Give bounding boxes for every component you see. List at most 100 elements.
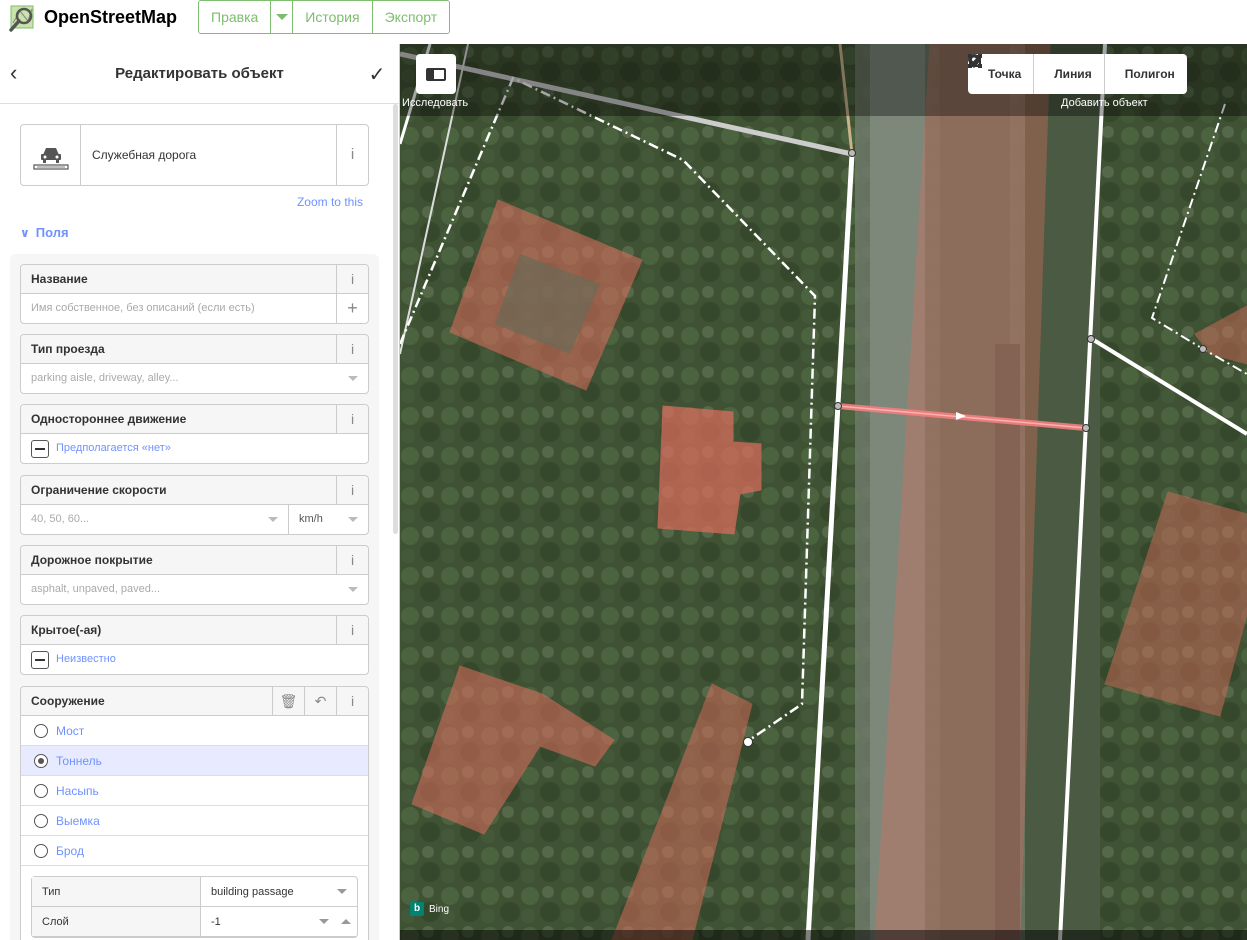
- oneway-value: Предполагается «нет»: [56, 442, 171, 454]
- indeterminate-checkbox-icon[interactable]: [31, 650, 49, 669]
- covered-check[interactable]: Неизвестно: [21, 645, 368, 674]
- undo-icon[interactable]: ↶: [304, 687, 336, 716]
- field-maxspeed: Ограничение скорости i 40, 50, 60... km/…: [20, 475, 369, 535]
- add-line-button[interactable]: Линия: [968, 54, 1105, 94]
- sidebar-scrollbar[interactable]: [393, 104, 398, 534]
- subfield-key: Тип: [32, 877, 201, 906]
- surface-placeholder: asphalt, unpaved, paved...: [31, 583, 161, 595]
- surface-combo[interactable]: asphalt, unpaved, paved...: [21, 575, 368, 604]
- dropdown-arrow-icon[interactable]: [348, 587, 358, 592]
- field-structure: Сооружение 🗑 ↶ i Мост Тоннель Насыпь Вые…: [20, 686, 369, 940]
- info-icon[interactable]: i: [336, 546, 368, 575]
- map-canvas[interactable]: Исследовать Точка Линия Полигон Добавить…: [400, 44, 1247, 940]
- add-line-label: Линия: [1054, 67, 1092, 81]
- option-label: Брод: [56, 844, 84, 858]
- field-label: Сооружение 🗑 ↶ i: [21, 687, 368, 716]
- service-road-icon: [21, 125, 81, 185]
- field-service-label: Тип проезда: [31, 342, 105, 356]
- field-label: Крытое(-ая) i: [21, 616, 368, 645]
- maxspeed-placeholder: 40, 50, 60...: [31, 513, 90, 525]
- explore-label: Исследовать: [402, 97, 469, 109]
- top-bar: OpenStreetMap Правка История Экспорт: [0, 0, 1247, 44]
- subfield-row: Тип building passage: [32, 877, 357, 907]
- name-input[interactable]: Имя собственное, без описаний (если есть…: [21, 294, 368, 323]
- tunnel-type-combo[interactable]: building passage: [201, 877, 357, 906]
- maxspeed-input[interactable]: 40, 50, 60... km/h: [21, 505, 368, 534]
- info-icon[interactable]: i: [336, 335, 368, 364]
- info-icon[interactable]: i: [336, 616, 368, 645]
- preset-name: Служебная дорога: [92, 148, 197, 162]
- bing-logo-icon: b: [410, 902, 424, 916]
- speed-unit-select[interactable]: km/h: [288, 505, 368, 534]
- layer-input[interactable]: -1: [201, 907, 357, 936]
- radio-button[interactable]: [34, 814, 48, 828]
- sidebar-title: Редактировать объект: [115, 65, 284, 82]
- edit-dropdown-caret[interactable]: [271, 1, 294, 33]
- increment-arrow-icon[interactable]: [341, 919, 351, 924]
- structure-option-embankment[interactable]: Насыпь: [21, 776, 368, 806]
- info-icon[interactable]: i: [336, 476, 368, 505]
- sidebar-toggle-button[interactable]: [416, 54, 456, 94]
- service-combo[interactable]: parking aisle, driveway, alley...: [21, 364, 368, 393]
- fields-section-toggle[interactable]: ∨ Поля: [20, 225, 69, 240]
- field-label: Название i: [21, 265, 368, 294]
- structure-option-ford[interactable]: Брод: [21, 836, 368, 866]
- dropdown-arrow-icon[interactable]: [348, 517, 358, 522]
- field-service: Тип проезда i parking aisle, driveway, a…: [20, 334, 369, 394]
- add-area-label: Полигон: [1124, 67, 1175, 81]
- speed-unit-value: km/h: [299, 513, 323, 525]
- radio-button[interactable]: [34, 844, 48, 858]
- editor-sidebar: ‹ Редактировать объект ✓ Служебная дорог…: [0, 44, 400, 940]
- structure-option-cutting[interactable]: Выемка: [21, 806, 368, 836]
- radio-button[interactable]: [34, 784, 48, 798]
- nav-export[interactable]: Экспорт: [372, 1, 450, 33]
- info-icon[interactable]: i: [336, 405, 368, 434]
- info-icon[interactable]: i: [336, 687, 368, 716]
- structure-option-bridge[interactable]: Мост: [21, 716, 368, 746]
- radio-button[interactable]: [34, 724, 48, 738]
- decrement-arrow-icon[interactable]: [319, 919, 329, 924]
- subfield-value: -1: [211, 916, 221, 928]
- plus-icon[interactable]: +: [336, 294, 368, 323]
- imagery-name: Bing: [429, 903, 450, 915]
- osm-logo[interactable]: OpenStreetMap: [8, 2, 177, 32]
- imagery-attribution[interactable]: b Bing: [410, 902, 449, 916]
- field-label: Дорожное покрытие i: [21, 546, 368, 575]
- option-label: Насыпь: [56, 784, 99, 798]
- info-icon[interactable]: i: [336, 265, 368, 294]
- dropdown-arrow-icon[interactable]: [337, 889, 347, 894]
- option-label: Мост: [56, 724, 85, 738]
- sidebar-panel-icon: [426, 68, 446, 81]
- main-nav: Правка История Экспорт: [198, 0, 451, 34]
- structure-option-tunnel[interactable]: Тоннель: [21, 746, 368, 776]
- field-label: Тип проезда i: [21, 335, 368, 364]
- radio-button[interactable]: [34, 754, 48, 768]
- indeterminate-checkbox-icon[interactable]: [31, 439, 49, 458]
- nav-edit[interactable]: Правка: [199, 1, 272, 33]
- field-covered: Крытое(-ая) i Неизвестно: [20, 615, 369, 675]
- map-footer: [400, 930, 1247, 940]
- preset-selector[interactable]: Служебная дорога i: [20, 124, 369, 186]
- subfield-key: Слой: [32, 907, 201, 936]
- field-name-label: Название: [31, 272, 88, 286]
- info-icon[interactable]: i: [336, 125, 368, 185]
- covered-value: Неизвестно: [56, 653, 116, 665]
- checkmark-icon[interactable]: ✓: [365, 62, 389, 86]
- dropdown-arrow-icon[interactable]: [268, 517, 278, 522]
- dropdown-arrow-icon[interactable]: [348, 376, 358, 381]
- field-oneway: Одностороннее движение i Предполагается …: [20, 404, 369, 464]
- field-label: Одностороннее движение i: [21, 405, 368, 434]
- add-feature-toolbar: Точка Линия Полигон: [968, 54, 1187, 94]
- oneway-check[interactable]: Предполагается «нет»: [21, 434, 368, 463]
- zoom-to-link[interactable]: Zoom to this: [297, 195, 363, 209]
- nav-history[interactable]: История: [293, 1, 373, 33]
- add-point-label: Точка: [988, 67, 1022, 81]
- name-placeholder: Имя собственное, без описаний (если есть…: [31, 302, 255, 314]
- trash-icon[interactable]: 🗑: [272, 687, 304, 716]
- sidebar-header: ‹ Редактировать объект ✓: [0, 44, 399, 104]
- add-area-button[interactable]: Полигон: [968, 54, 1187, 94]
- fields-heading: Поля: [35, 225, 69, 240]
- subfield-row: Слой -1: [32, 907, 357, 937]
- option-label: Тоннель: [56, 754, 102, 768]
- field-surface: Дорожное покрытие i asphalt, unpaved, pa…: [20, 545, 369, 605]
